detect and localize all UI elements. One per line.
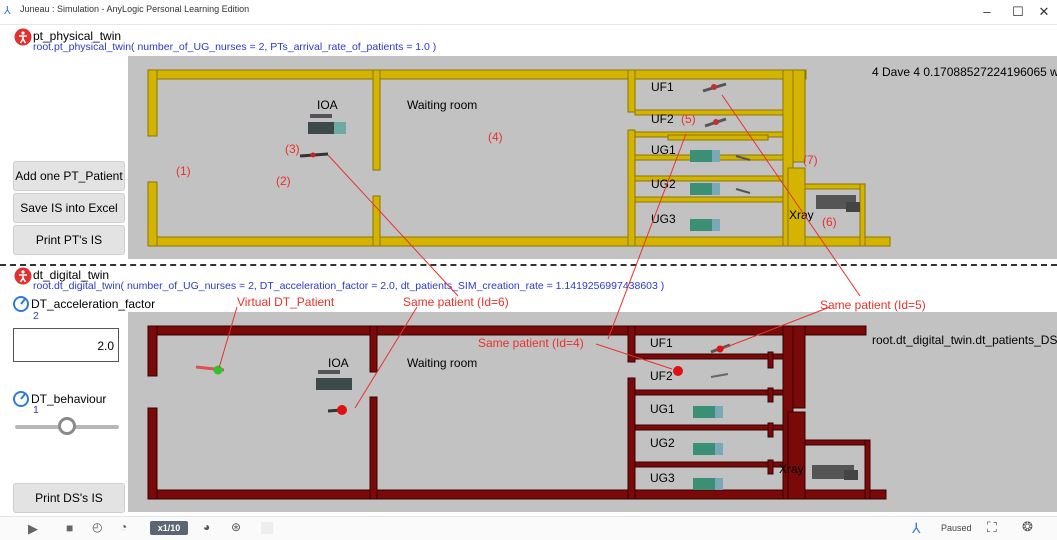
fullscreen-icon[interactable]: ⛶ bbox=[987, 519, 997, 536]
annotation-virtual-dt-patient: Virtual DT_Patient bbox=[237, 295, 335, 309]
disabled-control bbox=[261, 522, 273, 534]
stop-icon[interactable]: ■ bbox=[66, 521, 73, 535]
speed-indicator: x1/10 bbox=[150, 521, 188, 535]
status-text: Paused bbox=[941, 523, 972, 533]
anylogic-status-icon: ⅄ bbox=[912, 520, 921, 536]
view-settings-icon[interactable]: ❂ bbox=[1022, 519, 1033, 535]
fast-forward-icon[interactable]: ⊛ bbox=[231, 520, 241, 534]
annotation-same-patient-5: Same patient (Id=5) bbox=[820, 298, 926, 312]
annotation-lines bbox=[218, 94, 861, 409]
play-icon[interactable]: ▶ bbox=[28, 521, 38, 537]
annotation-same-patient-4: Same patient (Id=4) bbox=[478, 336, 584, 350]
annotation-same-patient-6: Same patient (Id=6) bbox=[403, 295, 509, 309]
step-icon[interactable]: ◴ bbox=[92, 520, 102, 534]
bottom-toolbar: ▶ ■ ◴ ◔ x1/10 ◕ ⊛ ⅄ Paused ⛶ ❂ bbox=[0, 516, 1057, 540]
slow-down-icon[interactable]: ◔ bbox=[120, 520, 127, 534]
speed-up-icon[interactable]: ◕ bbox=[203, 520, 210, 534]
